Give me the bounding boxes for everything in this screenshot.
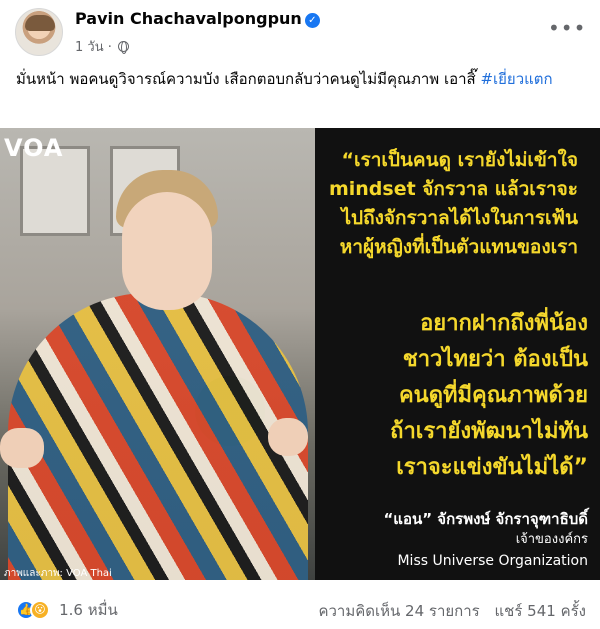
quote-block-large: อยากฝากถึงพี่น้อง ชาวไทยว่า ต้องเป็น คนด… [316,306,600,486]
comment-count[interactable]: ความคิดเห็น 24 รายการ [318,602,479,620]
reaction-count[interactable]: 1.6 หมื่น [59,601,118,619]
quote-line: “เราเป็นคนดู เรายังไม่เข้าใจ [341,149,578,171]
post-caption: มั่นหน้า พอคนดูวิจารณ์ความบัง เสือกตอบกล… [16,68,586,90]
quote-line: คนดูที่มีคุณภาพด้วย [398,383,588,408]
share-count[interactable]: แชร์ 541 ครั้ง [495,602,587,620]
quote-line: mindset จักรวาล แล้วเราจะ [328,178,578,200]
globe-icon [118,41,129,54]
caption-text: มั่นหน้า พอคนดูวิจารณ์ความบัง เสือกตอบกล… [16,70,476,88]
verified-badge-icon: ✓ [304,13,320,28]
photo-area: VOA ภาพและภาพ: VOA Thai [0,128,315,580]
quote-line: ชาวไทยว่า ต้องเป็น [402,347,588,372]
quote-line: หาผู้หญิงที่เป็นตัวแทนของเรา [339,236,578,258]
engagement-stats: ความคิดเห็น 24 รายการ แชร์ 541 ครั้ง [308,599,586,623]
post-card: Pavin Chachavalpongpun ✓ 1 วัน · ••• มั่น… [0,0,600,629]
post-time[interactable]: 1 วัน [75,40,104,55]
speaker-org: Miss Universe Organization [397,553,588,569]
fur-coat [8,293,308,580]
quote-line: ถ้าเรายังพัฒนาไม่ทัน [390,419,588,444]
author-name-text[interactable]: Pavin Chachavalpongpun [75,9,302,28]
author-name[interactable]: Pavin Chachavalpongpun ✓ [75,9,320,28]
photo-credit: ภาพและภาพ: VOA Thai [4,568,112,579]
quote-line: ไปถึงจักรวาลได้ไงในการเฟ้น [341,207,578,229]
left-hand [0,428,44,468]
speaker-attribution: “แอน” จักรพงษ์ จักราจุฑาธิบดิ์ เจ้าของงค… [316,508,600,572]
speaker-role: เจ้าของงค์กร [515,532,588,547]
post-meta: 1 วัน · [75,36,129,57]
more-options-icon[interactable]: ••• [548,18,585,46]
wow-reaction-icon: 😮 [30,600,50,620]
hashtag-link[interactable]: #เยี่ยวแตก [480,70,552,88]
reactions-summary[interactable]: 👍😮 1.6 หมื่น [16,598,118,620]
face [122,192,212,310]
quote-line: เราจะแข่งขันไม่ได้” [396,455,588,480]
voa-watermark: VOA [4,134,64,162]
right-hand [268,418,308,456]
author-avatar[interactable] [15,8,63,56]
speaker-name: “แอน” จักรพงษ์ จักราจุฑาธิบดิ์ [383,510,588,528]
post-image[interactable]: VOA ภาพและภาพ: VOA Thai “เราเป็นคนดู เรา… [0,128,600,580]
quote-line: อยากฝากถึงพี่น้อง [420,311,588,336]
quote-block: “เราเป็นคนดู เรายังไม่เข้าใจ mindset จัก… [316,146,600,262]
